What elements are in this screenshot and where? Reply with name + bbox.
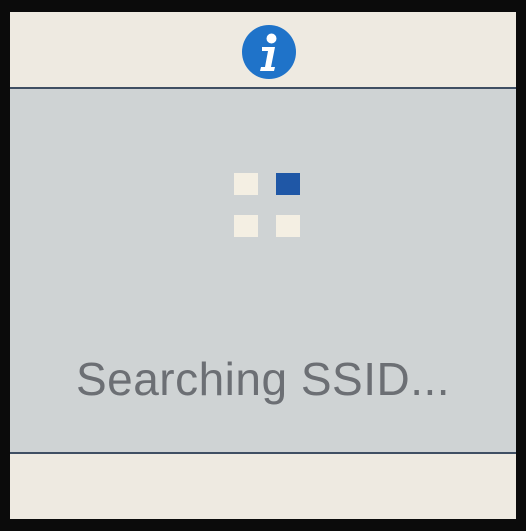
printer-lcd-screen: Searching SSID... [10,12,516,519]
loading-grid-icon [234,173,300,239]
status-panel: Searching SSID... [10,89,516,454]
header-bar [10,12,516,89]
spinner-square-bottom-right [276,215,300,237]
spinner-square-top-right [276,173,300,195]
footer-bar [10,454,516,519]
spinner-square-top-left [234,173,258,195]
status-message: Searching SSID... [75,353,451,405]
info-icon [242,25,296,79]
spinner-square-bottom-left [234,215,258,237]
